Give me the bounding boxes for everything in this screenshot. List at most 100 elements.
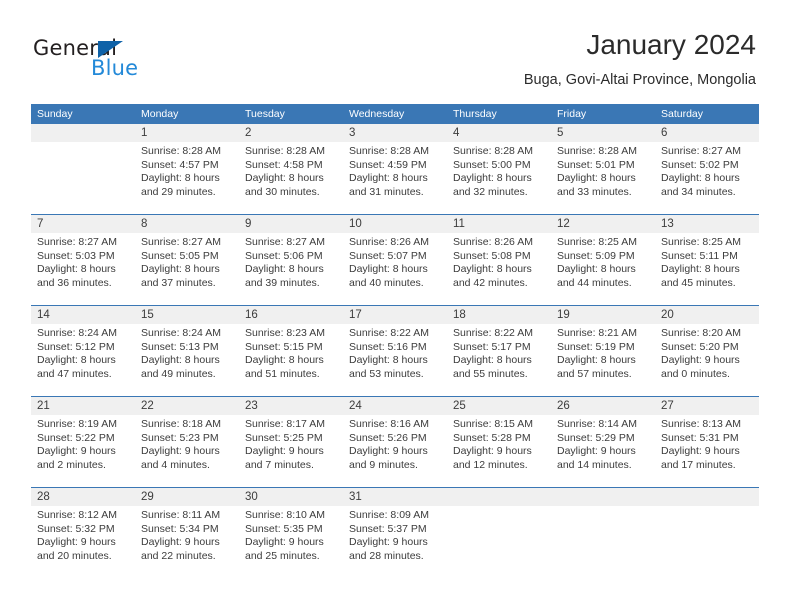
day-detail-line: Daylight: 9 hours xyxy=(661,445,740,458)
day-detail-line: and 29 minutes. xyxy=(141,185,216,198)
day-cell-4[interactable]: Sunrise: 8:28 AM Sunset: 5:00 PM Daylight:… xyxy=(447,142,551,214)
day-detail-line: Daylight: 9 hours xyxy=(453,445,532,458)
day-detail-line: Sunrise: 8:10 AM xyxy=(245,509,325,521)
day-number-23[interactable]: 23 xyxy=(239,397,343,415)
day-number-26[interactable]: 26 xyxy=(551,397,655,415)
day-cell-15[interactable]: Sunrise: 8:24 AM Sunset: 5:13 PM Daylight:… xyxy=(135,324,239,396)
day-number-29[interactable]: 29 xyxy=(135,488,239,506)
day-detail-line: and 4 minutes. xyxy=(141,458,210,471)
day-number-22[interactable]: 22 xyxy=(135,397,239,415)
day-cell-21[interactable]: Sunrise: 8:19 AM Sunset: 5:22 PM Daylight:… xyxy=(31,415,135,487)
day-cell-9[interactable]: Sunrise: 8:27 AM Sunset: 5:06 PM Daylight:… xyxy=(239,233,343,305)
day-cell-empty xyxy=(655,506,759,578)
day-detail-line: Sunrise: 8:28 AM xyxy=(349,145,429,157)
day-cell-10[interactable]: Sunrise: 8:26 AM Sunset: 5:07 PM Daylight:… xyxy=(343,233,447,305)
day-detail-line: and 33 minutes. xyxy=(557,185,632,198)
week-day-numbers: 123456 xyxy=(31,124,759,142)
day-number-2[interactable]: 2 xyxy=(239,124,343,142)
day-number-12[interactable]: 12 xyxy=(551,215,655,233)
day-cell-26[interactable]: Sunrise: 8:14 AM Sunset: 5:29 PM Daylight:… xyxy=(551,415,655,487)
day-number-18[interactable]: 18 xyxy=(447,306,551,324)
day-cell-22[interactable]: Sunrise: 8:18 AM Sunset: 5:23 PM Daylight:… xyxy=(135,415,239,487)
day-number-10[interactable]: 10 xyxy=(343,215,447,233)
day-cell-14[interactable]: Sunrise: 8:24 AM Sunset: 5:12 PM Daylight:… xyxy=(31,324,135,396)
day-cell-24[interactable]: Sunrise: 8:16 AM Sunset: 5:26 PM Daylight:… xyxy=(343,415,447,487)
day-number-13[interactable]: 13 xyxy=(655,215,759,233)
day-cell-19[interactable]: Sunrise: 8:21 AM Sunset: 5:19 PM Daylight:… xyxy=(551,324,655,396)
day-detail-line: and 37 minutes. xyxy=(141,276,216,289)
week-day-details: Sunrise: 8:24 AM Sunset: 5:12 PM Daylight:… xyxy=(31,324,759,396)
day-detail-line: Sunrise: 8:28 AM xyxy=(453,145,533,157)
week-day-details: Sunrise: 8:12 AM Sunset: 5:32 PM Daylight:… xyxy=(31,506,759,578)
week-day-numbers: 7 8 9 10 11 12 13 xyxy=(31,215,759,233)
day-number-28[interactable]: 28 xyxy=(31,488,135,506)
day-number-7[interactable]: 7 xyxy=(31,215,135,233)
day-detail-line: Daylight: 8 hours xyxy=(557,172,636,185)
day-number-19[interactable]: 19 xyxy=(551,306,655,324)
day-number-5[interactable]: 5 xyxy=(551,124,655,142)
weekday-header-row: Sunday Monday Tuesday Wednesday Thursday Frid… xyxy=(31,104,759,124)
day-number-11[interactable]: 11 xyxy=(447,215,551,233)
day-cell-1[interactable]: Sunrise: 8:28 AM Sunset: 4:57 PM Daylight:… xyxy=(135,142,239,214)
day-number-16[interactable]: 16 xyxy=(239,306,343,324)
day-number-24[interactable]: 24 xyxy=(343,397,447,415)
day-detail-line: Daylight: 9 hours xyxy=(349,445,428,458)
day-number-1[interactable]: 1 xyxy=(135,124,239,142)
day-detail-line: Daylight: 8 hours xyxy=(453,354,532,367)
day-number-21[interactable]: 21 xyxy=(31,397,135,415)
day-detail-line: and 14 minutes. xyxy=(557,458,632,471)
day-detail-line: Sunrise: 8:28 AM xyxy=(141,145,221,157)
day-cell-31[interactable]: Sunrise: 8:09 AM Sunset: 5:37 PM Daylight:… xyxy=(343,506,447,578)
day-cell-5[interactable]: Sunrise: 8:28 AM Sunset: 5:01 PM Daylight:… xyxy=(551,142,655,214)
day-cell-7[interactable]: Sunrise: 8:27 AM Sunset: 5:03 PM Daylight:… xyxy=(31,233,135,305)
day-cell-11[interactable]: Sunrise: 8:26 AM Sunset: 5:08 PM Daylight:… xyxy=(447,233,551,305)
day-cell-20[interactable]: Sunrise: 8:20 AM Sunset: 5:20 PM Daylight:… xyxy=(655,324,759,396)
day-detail-line: Daylight: 9 hours xyxy=(141,445,220,458)
day-number-15[interactable]: 15 xyxy=(135,306,239,324)
day-detail-line: and 51 minutes. xyxy=(245,367,320,380)
day-detail-line: and 28 minutes. xyxy=(349,549,424,562)
day-number-14[interactable]: 14 xyxy=(31,306,135,324)
day-cell-23[interactable]: Sunrise: 8:17 AM Sunset: 5:25 PM Daylight:… xyxy=(239,415,343,487)
week-day-numbers: 21 22 23 24 25 26 27 xyxy=(31,397,759,415)
day-detail-line: Sunset: 5:09 PM xyxy=(557,249,635,262)
day-number-8[interactable]: 8 xyxy=(135,215,239,233)
day-cell-3[interactable]: Sunrise: 8:28 AM Sunset: 4:59 PM Daylight:… xyxy=(343,142,447,214)
day-cell-25[interactable]: Sunrise: 8:15 AM Sunset: 5:28 PM Daylight:… xyxy=(447,415,551,487)
day-detail-line: Sunrise: 8:26 AM xyxy=(349,236,429,248)
day-detail-line: and 12 minutes. xyxy=(453,458,528,471)
day-number-9[interactable]: 9 xyxy=(239,215,343,233)
day-detail-line: Daylight: 8 hours xyxy=(141,354,220,367)
day-detail-line: Sunset: 5:28 PM xyxy=(453,431,531,444)
day-cell-30[interactable]: Sunrise: 8:10 AM Sunset: 5:35 PM Daylight:… xyxy=(239,506,343,578)
day-number-17[interactable]: 17 xyxy=(343,306,447,324)
day-detail-line: Sunset: 5:34 PM xyxy=(141,522,219,535)
day-cell-2[interactable]: Sunrise: 8:28 AM Sunset: 4:58 PM Daylight:… xyxy=(239,142,343,214)
day-number-4[interactable]: 4 xyxy=(447,124,551,142)
day-cell-27[interactable]: Sunrise: 8:13 AM Sunset: 5:31 PM Daylight:… xyxy=(655,415,759,487)
day-cell-18[interactable]: Sunrise: 8:22 AM Sunset: 5:17 PM Daylight:… xyxy=(447,324,551,396)
day-number-6[interactable]: 6 xyxy=(655,124,759,142)
day-number-20[interactable]: 20 xyxy=(655,306,759,324)
day-number-27[interactable]: 27 xyxy=(655,397,759,415)
day-cell-16[interactable]: Sunrise: 8:23 AM Sunset: 5:15 PM Daylight:… xyxy=(239,324,343,396)
day-cell-12[interactable]: Sunrise: 8:25 AM Sunset: 5:09 PM Daylight:… xyxy=(551,233,655,305)
day-detail-line: Sunset: 4:58 PM xyxy=(245,158,323,171)
day-number-30[interactable]: 30 xyxy=(239,488,343,506)
day-detail-line: Daylight: 9 hours xyxy=(661,354,740,367)
day-cell-6[interactable]: Sunrise: 8:27 AM Sunset: 5:02 PM Daylight:… xyxy=(655,142,759,214)
day-cell-28[interactable]: Sunrise: 8:12 AM Sunset: 5:32 PM Daylight:… xyxy=(31,506,135,578)
day-number-3[interactable]: 3 xyxy=(343,124,447,142)
day-cell-empty xyxy=(31,142,135,214)
day-detail-line: Daylight: 9 hours xyxy=(37,536,116,549)
day-cell-17[interactable]: Sunrise: 8:22 AM Sunset: 5:16 PM Daylight:… xyxy=(343,324,447,396)
day-number-31[interactable]: 31 xyxy=(343,488,447,506)
day-detail-line: and 0 minutes. xyxy=(661,367,730,380)
day-cell-29[interactable]: Sunrise: 8:11 AM Sunset: 5:34 PM Daylight:… xyxy=(135,506,239,578)
day-number-25[interactable]: 25 xyxy=(447,397,551,415)
day-detail-line: and 31 minutes. xyxy=(349,185,424,198)
day-cell-8[interactable]: Sunrise: 8:27 AM Sunset: 5:05 PM Daylight:… xyxy=(135,233,239,305)
day-detail-line: Daylight: 9 hours xyxy=(349,536,428,549)
calendar-table: Sunday Monday Tuesday Wednesday Thursday Frid… xyxy=(31,104,759,578)
day-cell-13[interactable]: Sunrise: 8:25 AM Sunset: 5:11 PM Daylight:… xyxy=(655,233,759,305)
